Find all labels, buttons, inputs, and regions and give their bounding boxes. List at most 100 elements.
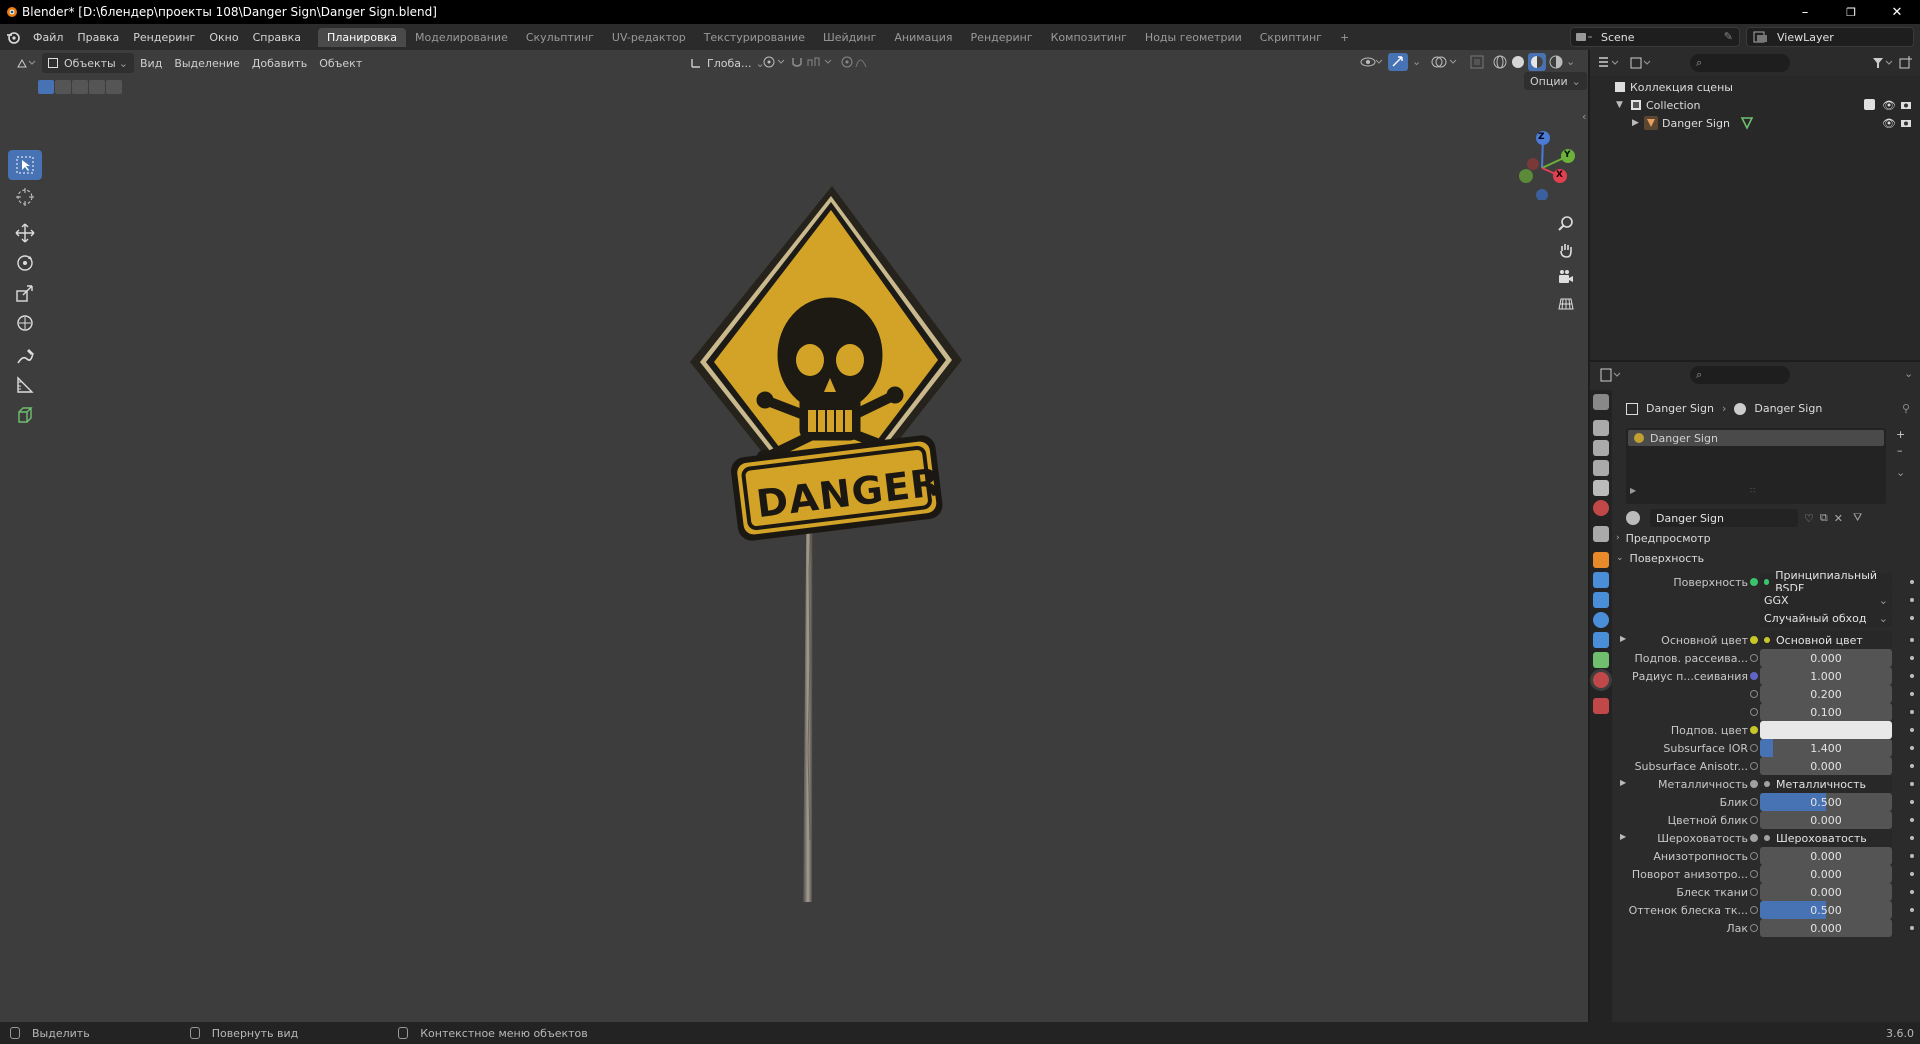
eye-icon[interactable]: 👁	[1882, 117, 1896, 130]
material-name-field[interactable]: Danger Sign	[1650, 509, 1798, 527]
tab-shading[interactable]: Шейдинг	[814, 28, 885, 47]
numeric-slider-field[interactable]: 0.000	[1760, 811, 1892, 829]
socket-icon[interactable]	[1750, 636, 1758, 644]
display-mode-icon[interactable]	[1630, 56, 1652, 70]
browse-node-tree-icon[interactable]: ⛛	[1853, 511, 1862, 525]
numeric-slider-field[interactable]: 0.000	[1760, 865, 1892, 883]
camera-render-icon[interactable]	[1900, 99, 1912, 111]
keyframe-dot-icon[interactable]	[1910, 674, 1914, 678]
expand-right-icon[interactable]: ▶	[1632, 118, 1639, 128]
rendered-shading-icon[interactable]	[1548, 54, 1564, 70]
tab-animation[interactable]: Анимация	[885, 28, 961, 47]
pan-button[interactable]	[1553, 237, 1579, 263]
outliner-search-input[interactable]: ⌕	[1690, 54, 1790, 72]
3d-viewport[interactable]: Объекты ⌄ Вид Выделение Добавить Объект …	[0, 50, 1588, 1022]
keyframe-dot-icon[interactable]	[1910, 638, 1914, 642]
camera-render-icon[interactable]	[1900, 117, 1912, 129]
menu-view[interactable]: Вид	[134, 53, 168, 73]
linked-input-field[interactable]: Основной цвет	[1760, 631, 1892, 649]
keyframe-dot-icon[interactable]	[1910, 616, 1914, 620]
numeric-slider-field[interactable]: 0.200	[1760, 685, 1892, 703]
socket-icon[interactable]	[1750, 888, 1758, 896]
socket-icon[interactable]	[1750, 654, 1758, 662]
select-extend-icon[interactable]	[55, 80, 71, 94]
visibility-icon[interactable]	[1360, 55, 1384, 69]
surface-section[interactable]: ⌄ Поверхность	[1616, 548, 1704, 568]
ortho-toggle-button[interactable]	[1553, 291, 1579, 317]
material-preview-shading-icon[interactable]	[1528, 53, 1546, 71]
scene-pin-icon[interactable]: ✎	[1724, 30, 1733, 43]
blender-menu-icon[interactable]	[0, 30, 26, 44]
tab-geometry-nodes[interactable]: Ноды геометрии	[1136, 28, 1251, 47]
numeric-slider-field[interactable]: 1.000	[1760, 667, 1892, 685]
output-tab-icon[interactable]	[1593, 440, 1609, 456]
resize-handle[interactable]: ∷	[1750, 486, 1755, 495]
select-dropdown[interactable]: Случайный обход ⌄	[1760, 609, 1892, 627]
menu-help[interactable]: Справка	[246, 31, 308, 44]
menu-select[interactable]: Выделение	[168, 53, 246, 73]
transform-tool[interactable]	[8, 308, 42, 338]
keyframe-dot-icon[interactable]	[1910, 580, 1914, 584]
danger-sign-object[interactable]: DANGER	[660, 140, 990, 910]
socket-icon[interactable]	[1750, 672, 1758, 680]
collection-tab-icon[interactable]	[1593, 526, 1609, 542]
linked-input-field[interactable]: Металличность	[1760, 775, 1892, 793]
mesh-data-icon[interactable]	[1740, 116, 1754, 130]
render-tab-icon[interactable]	[1593, 420, 1609, 436]
socket-icon[interactable]	[1750, 708, 1758, 716]
keyframe-dot-icon[interactable]	[1910, 800, 1914, 804]
keyframe-dot-icon[interactable]	[1910, 710, 1914, 714]
menu-object[interactable]: Объект	[313, 53, 368, 73]
tab-uv-editing[interactable]: UV-редактор	[603, 28, 695, 47]
fake-user-icon[interactable]: ♡	[1804, 512, 1814, 525]
remove-slot-button[interactable]: –	[1897, 444, 1903, 457]
duplicate-icon[interactable]: ⧉	[1820, 511, 1828, 525]
tab-compositing[interactable]: Композитинг	[1042, 28, 1136, 47]
scale-tool[interactable]	[8, 278, 42, 308]
filter-icon[interactable]	[1872, 56, 1894, 70]
measure-tool[interactable]	[8, 370, 42, 400]
expand-right-icon[interactable]: ▶	[1620, 832, 1626, 841]
socket-icon[interactable]	[1750, 798, 1758, 806]
tab-rendering[interactable]: Рендеринг	[962, 28, 1042, 47]
linked-input-field[interactable]: Шероховатость	[1760, 829, 1892, 847]
numeric-slider-field[interactable]: 0.500	[1760, 901, 1892, 919]
keyframe-dot-icon[interactable]	[1910, 836, 1914, 840]
zoom-button[interactable]	[1553, 210, 1579, 236]
keyframe-dot-icon[interactable]	[1910, 782, 1914, 786]
outliner-editor-icon[interactable]	[1598, 56, 1620, 70]
expand-right-icon[interactable]: ▶	[1620, 778, 1626, 787]
browse-material-icon[interactable]	[1626, 511, 1640, 525]
overlays-icon[interactable]	[1430, 54, 1460, 70]
numeric-slider-field[interactable]: 0.000	[1760, 757, 1892, 775]
socket-icon[interactable]	[1750, 744, 1758, 752]
outliner-object-row[interactable]: ▶ Danger Sign 👁	[1590, 114, 1920, 132]
socket-icon[interactable]	[1750, 924, 1758, 932]
socket-icon[interactable]	[1750, 852, 1758, 860]
select-invert-icon[interactable]	[89, 80, 105, 94]
menu-render[interactable]: Рендеринг	[126, 31, 202, 44]
pin-icon[interactable]: ⚲	[1902, 402, 1910, 415]
socket-icon[interactable]	[1750, 780, 1758, 788]
numeric-slider-field[interactable]: 0.100	[1760, 703, 1892, 721]
keyframe-dot-icon[interactable]	[1910, 598, 1914, 602]
rotate-tool[interactable]	[8, 248, 42, 278]
keyframe-dot-icon[interactable]	[1910, 746, 1914, 750]
close-button[interactable]: ✕	[1874, 0, 1920, 24]
select-dropdown[interactable]: GGX ⌄	[1760, 591, 1892, 609]
annotate-tool[interactable]	[8, 342, 42, 372]
cursor-tool[interactable]	[8, 182, 42, 212]
maximize-button[interactable]: ❐	[1828, 0, 1874, 24]
tab-texture-paint[interactable]: Текстурирование	[695, 28, 814, 47]
expand-right-icon[interactable]: ▶	[1630, 486, 1636, 495]
color-swatch-field[interactable]	[1760, 721, 1892, 739]
move-tool[interactable]	[8, 218, 42, 248]
socket-icon[interactable]	[1750, 578, 1758, 586]
properties-editor-icon[interactable]	[1600, 368, 1622, 382]
chevron-down-icon[interactable]: ⌄	[1412, 55, 1421, 68]
add-workspace-button[interactable]: +	[1331, 28, 1358, 47]
proportional-edit-icon[interactable]	[840, 55, 880, 69]
preview-section[interactable]: › Предпросмотр	[1616, 528, 1711, 548]
solid-shading-icon[interactable]	[1510, 54, 1526, 70]
snap-icon[interactable]	[790, 55, 834, 69]
